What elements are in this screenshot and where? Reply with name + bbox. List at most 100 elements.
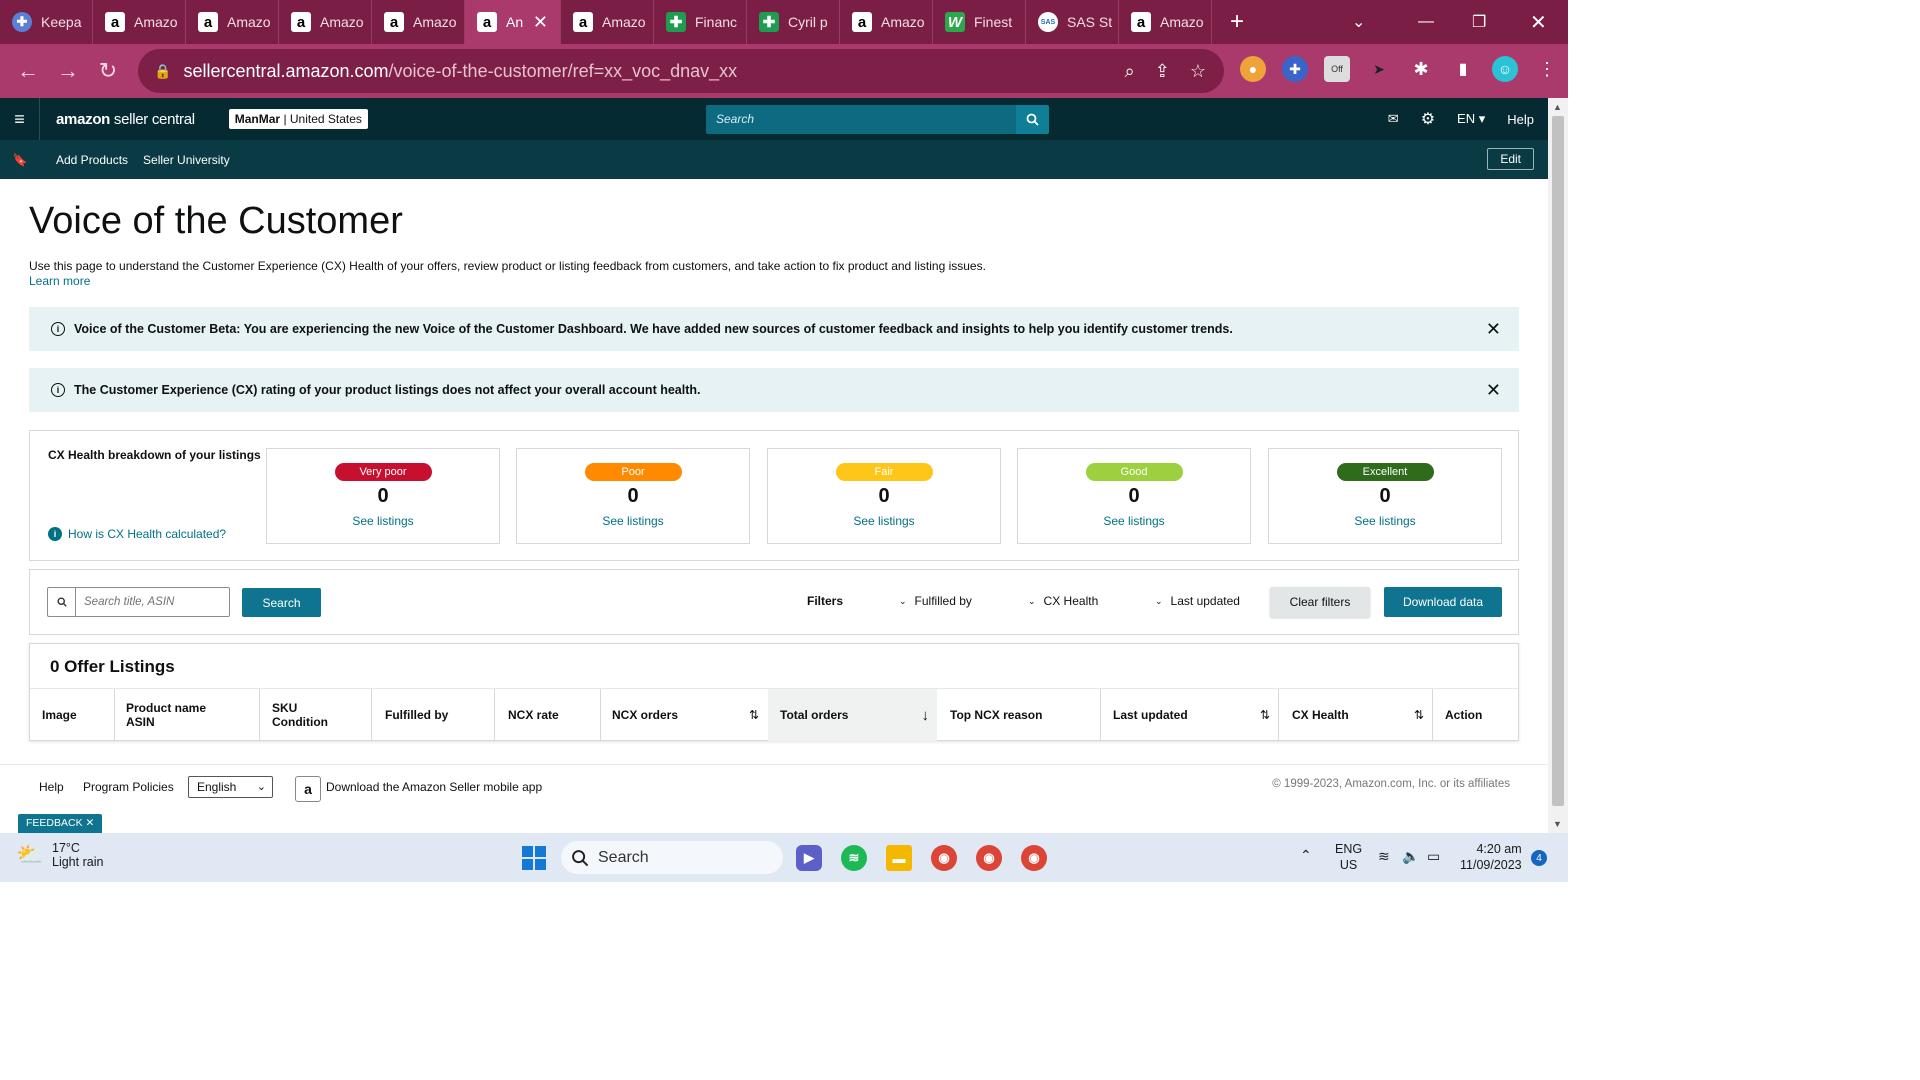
notification-badge[interactable]: 4 xyxy=(1531,850,1547,866)
address-bar[interactable]: 🔒 sellercentral.amazon.com/voice-of-the-… xyxy=(138,49,1224,93)
battery-icon[interactable]: ▭ xyxy=(1427,848,1440,864)
see-listings-link[interactable]: See listings xyxy=(1269,514,1501,528)
help-link[interactable]: Help xyxy=(1507,112,1534,127)
seller-central-logo[interactable]: amazon seller central xyxy=(56,111,195,128)
column-ncx-orders[interactable]: NCX orders ⇅ xyxy=(600,689,767,741)
share-icon[interactable]: ⇪ xyxy=(1155,61,1170,82)
teams-icon[interactable]: ▶ xyxy=(796,845,822,871)
fulfilled-by-dropdown[interactable]: ⌄ Fulfilled by xyxy=(899,594,972,608)
tab-amazon[interactable]: a Amazo xyxy=(93,0,186,44)
mail-icon[interactable]: ✉ xyxy=(1388,111,1399,127)
tab-sheets[interactable]: ✚ Cyril p xyxy=(747,0,840,44)
side-panel-icon[interactable]: ▮ xyxy=(1450,56,1476,82)
bookmark-star-icon[interactable]: ☆ xyxy=(1190,61,1206,82)
sort-icon[interactable]: ⇅ xyxy=(749,708,759,722)
hamburger-menu-icon[interactable]: ≡ xyxy=(0,98,40,140)
tab-amazon[interactable]: a Amazo xyxy=(372,0,465,44)
clock[interactable]: 4:20 am 11/09/2023 xyxy=(1460,841,1522,873)
restore-icon[interactable]: ❐ xyxy=(1472,0,1486,44)
tab-amazon[interactable]: a Amazo xyxy=(840,0,933,44)
tab-sas[interactable]: SAS SAS St xyxy=(1026,0,1119,44)
windows-start-icon[interactable] xyxy=(522,846,546,870)
chrome-icon[interactable]: ◉ xyxy=(931,845,957,871)
sort-icon[interactable]: ⇅ xyxy=(1260,708,1270,722)
bookmark-icon[interactable]: 🔖 xyxy=(0,153,40,167)
cx-health-help-link[interactable]: i How is CX Health calculated? xyxy=(48,527,226,541)
column-cx-health[interactable]: CX Health ⇅ xyxy=(1278,689,1432,741)
back-icon[interactable]: ← xyxy=(8,58,48,84)
column-last-updated[interactable]: Last updated ⇅ xyxy=(1100,689,1278,741)
feedback-tab[interactable]: FEEDBACK ✕ xyxy=(18,814,103,833)
column-ncx-rate[interactable]: NCX rate xyxy=(494,689,600,741)
scroll-down-icon[interactable]: ▼ xyxy=(1553,819,1562,829)
sort-descending-icon[interactable]: ↓ xyxy=(922,707,930,724)
scrollbar-thumb[interactable] xyxy=(1552,116,1564,806)
gear-icon[interactable]: ⚙ xyxy=(1421,109,1435,129)
column-total-orders[interactable]: Total orders ↓ xyxy=(768,689,937,741)
chrome-profile-icon[interactable]: ◉ xyxy=(976,845,1002,871)
search-button[interactable]: Search xyxy=(242,588,321,617)
close-tab-icon[interactable]: ✕ xyxy=(533,12,548,33)
column-top-ncx-reason[interactable]: Top NCX reason xyxy=(937,689,1100,741)
spotify-icon[interactable]: ≋ xyxy=(841,845,867,871)
tab-keepa[interactable]: ✚ Keepa xyxy=(0,0,93,44)
tab-sheets[interactable]: ✚ Financ xyxy=(654,0,747,44)
extension-arrow-icon[interactable]: ➤ xyxy=(1366,56,1392,82)
page-scrollbar[interactable]: ▲ ▼ xyxy=(1548,98,1568,833)
puzzle-icon[interactable]: ✱ xyxy=(1408,56,1434,82)
column-sku[interactable]: SKU Condition xyxy=(259,689,371,741)
nav-add-products[interactable]: Add Products xyxy=(56,153,128,167)
file-explorer-icon[interactable]: ▬ xyxy=(886,845,912,871)
mobile-app-link[interactable]: Download the Amazon Seller mobile app xyxy=(326,780,542,794)
footer-policies-link[interactable]: Program Policies xyxy=(83,780,174,794)
tab-search-chevron-icon[interactable]: ⌄ xyxy=(1352,0,1365,44)
download-data-button[interactable]: Download data xyxy=(1384,587,1502,617)
edit-button[interactable]: Edit xyxy=(1487,148,1534,170)
close-icon[interactable]: ✕ xyxy=(1486,319,1501,340)
tab-amazon[interactable]: a Amazo xyxy=(186,0,279,44)
taskbar-search[interactable]: Search xyxy=(561,841,783,874)
see-listings-link[interactable]: See listings xyxy=(768,514,1000,528)
learn-more-link[interactable]: Learn more xyxy=(29,274,90,288)
header-search-button[interactable] xyxy=(1016,105,1049,134)
tab-amazon[interactable]: a Amazo xyxy=(1119,0,1212,44)
store-switcher[interactable]: ManMar | United States xyxy=(228,109,368,129)
column-product-name[interactable]: Product name ASIN xyxy=(114,689,258,741)
language-indicator[interactable]: ENG US xyxy=(1335,841,1362,873)
tab-finest[interactable]: W Finest xyxy=(933,0,1026,44)
reload-icon[interactable]: ↻ xyxy=(88,58,128,84)
see-listings-link[interactable]: See listings xyxy=(517,514,749,528)
new-tab-icon[interactable]: + xyxy=(1230,8,1244,36)
close-icon[interactable]: ✕ xyxy=(86,817,95,829)
close-window-icon[interactable]: ✕ xyxy=(1530,0,1547,44)
see-listings-link[interactable]: See listings xyxy=(267,514,499,528)
wifi-icon[interactable]: ≋ xyxy=(1378,848,1390,864)
profile-avatar[interactable]: ☺ xyxy=(1492,56,1518,82)
language-selector[interactable]: EN ▾ xyxy=(1457,111,1485,127)
keepa-extension-icon[interactable]: ✚ xyxy=(1282,56,1308,82)
close-icon[interactable]: ✕ xyxy=(1486,380,1501,401)
extension-orange-icon[interactable]: ● xyxy=(1240,56,1266,82)
header-search-input[interactable]: Search xyxy=(706,105,1016,134)
see-listings-link[interactable]: See listings xyxy=(1018,514,1250,528)
weather-widget[interactable]: ⛅ 17°C Light rain xyxy=(16,841,103,869)
tab-amazon[interactable]: a Amazo xyxy=(561,0,654,44)
tab-amazon[interactable]: a Amazo xyxy=(279,0,372,44)
chrome-active-icon[interactable]: ◉ xyxy=(1021,845,1047,871)
footer-language-select[interactable]: English ⌄ xyxy=(188,776,273,798)
last-updated-dropdown[interactable]: ⌄ Last updated xyxy=(1155,594,1240,608)
forward-icon[interactable]: → xyxy=(48,58,88,84)
clear-filters-button[interactable]: Clear filters xyxy=(1270,587,1370,617)
volume-icon[interactable]: 🔈 xyxy=(1402,848,1419,864)
tab-active[interactable]: a An ✕ xyxy=(465,0,561,44)
zoom-icon[interactable]: ⌕ xyxy=(1125,61,1135,82)
scroll-up-icon[interactable]: ▲ xyxy=(1553,102,1562,112)
cx-health-dropdown[interactable]: ⌄ CX Health xyxy=(1028,594,1098,608)
footer-help-link[interactable]: Help xyxy=(39,780,64,794)
column-fulfilled-by[interactable]: Fulfilled by xyxy=(371,689,494,741)
minimize-icon[interactable]: — xyxy=(1418,0,1434,44)
listing-search-input[interactable]: Search title, ASIN xyxy=(47,587,230,617)
extension-off-icon[interactable]: Off xyxy=(1324,56,1350,82)
nav-seller-university[interactable]: Seller University xyxy=(143,153,230,167)
chevron-up-icon[interactable]: ⌃ xyxy=(1300,847,1312,863)
